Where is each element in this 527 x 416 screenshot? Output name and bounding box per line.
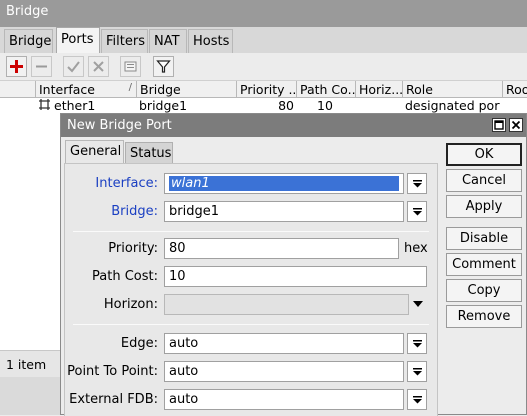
priority-input[interactable]: 80 bbox=[164, 238, 399, 259]
cancel-button[interactable]: Cancel bbox=[446, 169, 522, 192]
enable-button[interactable] bbox=[63, 56, 84, 77]
tab-bridge[interactable]: Bridge bbox=[4, 29, 53, 53]
cell-role: designated port bbox=[405, 98, 500, 113]
priority-unit: hex bbox=[404, 241, 428, 256]
column-root[interactable]: Roo bbox=[502, 81, 527, 98]
general-panel: Interface: wlan1 Bridge: bridge1 Priorit… bbox=[64, 163, 438, 416]
bridge-dropdown-button[interactable] bbox=[407, 201, 427, 222]
ok-button[interactable]: OK bbox=[446, 143, 522, 166]
tab-general[interactable]: General bbox=[65, 140, 124, 164]
toolbar bbox=[0, 53, 527, 81]
cell-bridge: bridge1 bbox=[139, 98, 188, 113]
comment-icon bbox=[124, 61, 137, 72]
cell-horizon bbox=[358, 98, 400, 114]
remove-button[interactable] bbox=[31, 56, 52, 77]
cell-priority: 80 bbox=[278, 98, 294, 113]
dialog-title-bar: New Bridge Port bbox=[61, 114, 526, 137]
tab-bar: Bridge Ports Filters NAT Hosts bbox=[0, 27, 527, 54]
column-interface[interactable]: Interface / bbox=[35, 81, 136, 98]
interface-icon bbox=[38, 98, 52, 114]
table-header: Interface / Bridge Priority ... Path Co.… bbox=[0, 81, 527, 98]
bridge-select[interactable]: bridge1 bbox=[164, 201, 404, 222]
horizon-input[interactable] bbox=[164, 294, 409, 315]
filter-icon bbox=[156, 60, 171, 73]
horizon-expand-icon[interactable] bbox=[413, 300, 423, 308]
edge-label: Edge: bbox=[120, 336, 158, 351]
column-role[interactable]: Role bbox=[402, 81, 502, 98]
path-cost-label: Path Cost: bbox=[92, 269, 158, 284]
comment-button[interactable] bbox=[120, 56, 141, 77]
disable-button[interactable]: Disable bbox=[446, 227, 522, 250]
add-button[interactable] bbox=[6, 56, 27, 77]
interface-dropdown-button[interactable] bbox=[407, 173, 427, 194]
column-bridge[interactable]: Bridge bbox=[136, 81, 236, 98]
cell-interface: ether1 bbox=[54, 98, 96, 113]
bottom-strip bbox=[0, 377, 63, 415]
maximize-icon bbox=[494, 120, 504, 130]
cross-icon bbox=[93, 61, 104, 72]
check-icon bbox=[67, 61, 80, 73]
interface-select[interactable]: wlan1 bbox=[164, 173, 404, 194]
minus-icon bbox=[36, 65, 47, 68]
point-to-point-dropdown-button[interactable] bbox=[407, 361, 427, 382]
bridge-label: Bridge: bbox=[111, 204, 158, 219]
edge-select[interactable]: auto bbox=[164, 333, 404, 354]
filter-button[interactable] bbox=[153, 56, 174, 77]
tab-hosts[interactable]: Hosts bbox=[188, 29, 233, 53]
interface-label: Interface: bbox=[95, 176, 158, 191]
cell-path-cost: 10 bbox=[317, 98, 333, 113]
column-interface-label: Interface bbox=[39, 82, 95, 97]
tab-filters[interactable]: Filters bbox=[101, 29, 148, 53]
column-priority[interactable]: Priority ... bbox=[236, 81, 296, 98]
column-horizon[interactable]: Horiz... bbox=[355, 81, 402, 98]
interface-value: wlan1 bbox=[169, 176, 399, 191]
plus-icon bbox=[10, 60, 23, 73]
dropdown-arrow-icon bbox=[412, 180, 422, 188]
horizon-label: Horizon: bbox=[103, 297, 158, 312]
maximize-button[interactable] bbox=[492, 118, 506, 132]
dropdown-arrow-icon bbox=[412, 208, 422, 216]
dropdown-arrow-icon bbox=[412, 396, 422, 404]
sort-arrow-icon: / bbox=[128, 82, 132, 93]
path-cost-input[interactable]: 10 bbox=[164, 266, 427, 287]
dialog-title: New Bridge Port bbox=[67, 118, 172, 133]
external-fdb-select[interactable]: auto bbox=[164, 389, 404, 410]
tab-status[interactable]: Status bbox=[125, 142, 173, 164]
column-path-cost[interactable]: Path Co... bbox=[296, 81, 355, 98]
status-count: 1 item bbox=[0, 350, 63, 377]
close-icon bbox=[511, 120, 521, 130]
comment-button[interactable]: Comment bbox=[446, 253, 522, 276]
tab-ports[interactable]: Ports bbox=[56, 27, 100, 54]
close-button[interactable] bbox=[509, 118, 523, 132]
tab-nat[interactable]: NAT bbox=[149, 29, 187, 53]
point-to-point-select[interactable]: auto bbox=[164, 361, 404, 382]
disable-button[interactable] bbox=[88, 56, 109, 77]
remove-button[interactable]: Remove bbox=[446, 305, 522, 328]
cell-root bbox=[505, 98, 525, 114]
apply-button[interactable]: Apply bbox=[446, 195, 522, 218]
edge-dropdown-button[interactable] bbox=[407, 333, 427, 354]
dropdown-arrow-icon bbox=[412, 340, 422, 348]
separator bbox=[73, 324, 429, 325]
point-to-point-label: Point To Point: bbox=[67, 364, 158, 379]
new-bridge-port-dialog: New Bridge Port General Status Interface… bbox=[60, 113, 527, 416]
window-title: Bridge bbox=[0, 0, 527, 27]
external-fdb-dropdown-button[interactable] bbox=[407, 389, 427, 410]
dropdown-arrow-icon bbox=[412, 368, 422, 376]
priority-label: Priority: bbox=[108, 241, 158, 256]
table-row[interactable]: ether1 bridge1 80 10 designated port bbox=[0, 98, 527, 114]
copy-button[interactable]: Copy bbox=[446, 279, 522, 302]
external-fdb-label: External FDB: bbox=[69, 392, 158, 407]
separator bbox=[73, 231, 429, 232]
